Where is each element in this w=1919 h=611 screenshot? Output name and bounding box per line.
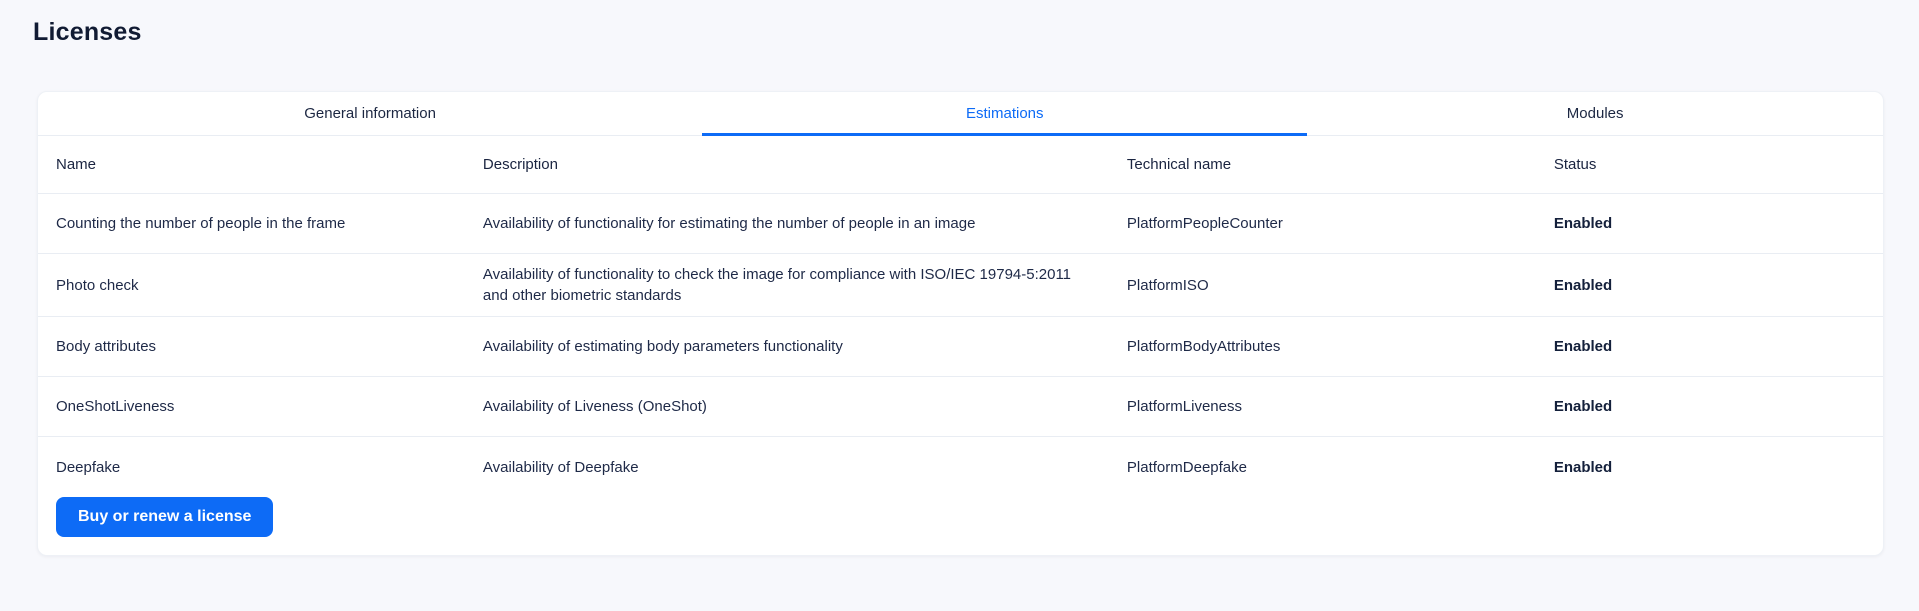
table-header-row: Name Description Technical name Status [38,136,1883,194]
cell-name: Body attributes [56,326,483,367]
table-row: Deepfake Availability of Deepfake Platfo… [38,437,1883,497]
cell-status: Enabled [1554,386,1865,427]
licenses-page: Licenses General information Estimations… [0,0,1919,556]
table-row: OneShotLiveness Availability of Liveness… [38,377,1883,437]
cell-status: Enabled [1554,326,1865,367]
column-header-status: Status [1554,144,1865,185]
column-header-name: Name [56,144,483,185]
column-header-description: Description [483,144,1127,185]
tab-bar: General information Estimations Modules [38,92,1883,136]
table-row: Counting the number of people in the fra… [38,194,1883,254]
table-row: Photo check Availability of functionalit… [38,254,1883,317]
cell-name: Counting the number of people in the fra… [56,203,483,244]
cell-description: Availability of functionality to check t… [483,254,1127,316]
tab-modules[interactable]: Modules [1307,92,1883,135]
cell-description: Availability of functionality for estima… [483,203,1127,244]
column-header-technical-name: Technical name [1127,144,1554,185]
cell-description: Availability of Deepfake [483,447,1127,488]
cell-description: Availability of estimating body paramete… [483,326,1127,367]
cell-technical-name: PlatformBodyAttributes [1127,326,1554,367]
cell-name: OneShotLiveness [56,386,483,427]
buy-or-renew-license-button[interactable]: Buy or renew a license [56,497,273,537]
cell-status: Enabled [1554,203,1865,244]
cell-name: Photo check [56,265,483,306]
tab-general-information[interactable]: General information [38,92,702,135]
page-title: Licenses [33,18,1884,47]
tab-estimations[interactable]: Estimations [702,92,1307,135]
cell-technical-name: PlatformLiveness [1127,386,1554,427]
cell-technical-name: PlatformPeopleCounter [1127,203,1554,244]
cell-status: Enabled [1554,265,1865,306]
cell-description: Availability of Liveness (OneShot) [483,386,1127,427]
cell-status: Enabled [1554,447,1865,488]
cell-name: Deepfake [56,447,483,488]
table-row: Body attributes Availability of estimati… [38,317,1883,377]
cell-technical-name: PlatformISO [1127,265,1554,306]
cell-technical-name: PlatformDeepfake [1127,447,1554,488]
card-footer: Buy or renew a license [38,497,1883,555]
licenses-card: General information Estimations Modules … [37,91,1884,556]
